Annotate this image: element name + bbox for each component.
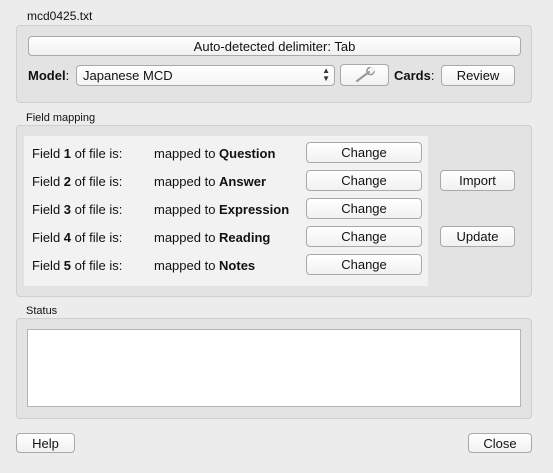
updown-arrows-icon: ▲ ▼ — [322, 66, 330, 83]
field-row-2-mapping: mapped to Answer — [154, 174, 267, 189]
field-row-4-label: Field 4 of file is: — [32, 230, 123, 245]
field-mapping-title: Field mapping — [26, 112, 96, 124]
model-label-wrap: Model: — [28, 68, 70, 83]
import-button[interactable]: Import — [440, 170, 515, 191]
field-row-5-label: Field 5 of file is: — [32, 258, 123, 273]
update-button[interactable]: Update — [440, 226, 515, 247]
change-button-5[interactable]: Change — [306, 254, 422, 275]
model-select[interactable]: Japanese MCD ▲ ▼ — [76, 65, 335, 86]
review-button[interactable]: Review — [441, 65, 515, 86]
change-button-3[interactable]: Change — [306, 198, 422, 219]
help-button[interactable]: Help — [16, 433, 75, 453]
model-label: Model — [28, 68, 66, 83]
field-row-1-label: Field 1 of file is: — [32, 146, 123, 161]
window-title: mcd0425.txt — [27, 9, 93, 23]
field-row-5-mapping: mapped to Notes — [154, 258, 256, 273]
change-button-4[interactable]: Change — [306, 226, 422, 247]
change-button-1[interactable]: Change — [306, 142, 422, 163]
close-button[interactable]: Close — [468, 433, 532, 453]
model-settings-button[interactable] — [340, 64, 389, 86]
field-row-4-mapping: mapped to Reading — [154, 230, 271, 245]
status-text-area[interactable] — [27, 329, 521, 407]
change-button-2[interactable]: Change — [306, 170, 422, 191]
field-row-1-mapping: mapped to Question — [154, 146, 276, 161]
field-row-3-label: Field 3 of file is: — [32, 202, 123, 217]
wrench-icon — [355, 67, 376, 83]
model-select-value: Japanese MCD — [83, 68, 173, 83]
field-row-2-label: Field 2 of file is: — [32, 174, 123, 189]
field-row-3-mapping: mapped to Expression — [154, 202, 290, 217]
cards-label-wrap: Cards: — [394, 68, 435, 83]
delimiter-button[interactable]: Auto-detected delimiter: Tab — [28, 36, 521, 56]
cards-label: Cards — [394, 68, 431, 83]
status-title: Status — [26, 305, 58, 317]
